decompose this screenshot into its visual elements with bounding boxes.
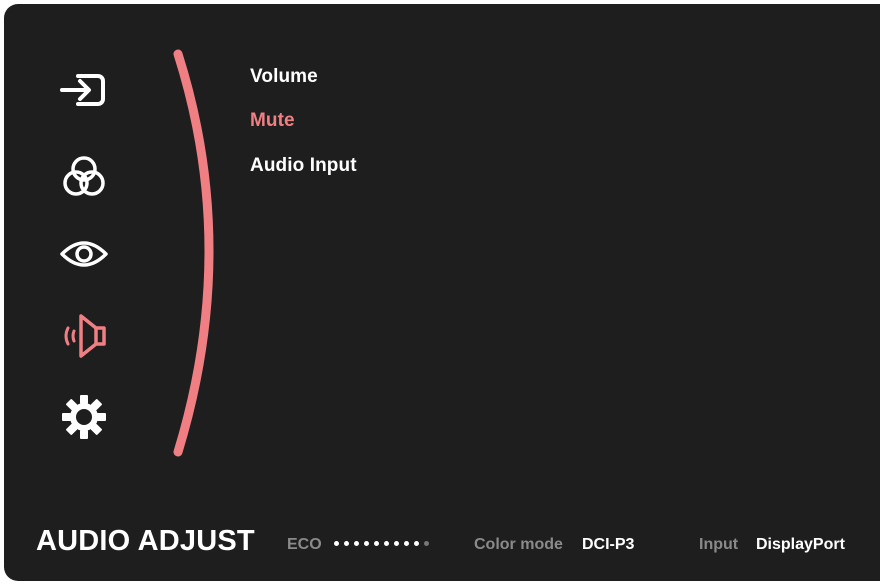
osd-panel: Volume Mute Audio Input AUDIO ADJUST ECO… xyxy=(4,4,880,581)
eco-level-dot xyxy=(404,541,409,546)
input-source-icon[interactable] xyxy=(52,62,116,118)
eco-level-dot xyxy=(424,541,429,546)
input-value: DisplayPort xyxy=(756,536,845,553)
eco-level-dot xyxy=(374,541,379,546)
eco-level-dot xyxy=(334,541,339,546)
setup-menu-icon[interactable] xyxy=(52,389,116,445)
eco-level-dot xyxy=(414,541,419,546)
page-title: AUDIO ADJUST xyxy=(36,525,255,557)
eco-level-dot xyxy=(364,541,369,546)
menu-item-mute[interactable]: Mute xyxy=(250,110,295,132)
eco-level-dot xyxy=(394,541,399,546)
menu-item-volume[interactable]: Volume xyxy=(250,66,318,88)
eco-level-indicator xyxy=(334,541,429,546)
input-label: Input xyxy=(699,536,739,553)
eco-label: ECO xyxy=(287,536,322,553)
color-mode-label: Color mode xyxy=(474,536,563,553)
eco-level-dot xyxy=(384,541,389,546)
view-mode-icon[interactable] xyxy=(52,226,116,282)
eco-level-dot xyxy=(344,541,349,546)
menu-item-audio-input[interactable]: Audio Input xyxy=(250,155,357,177)
menu-divider-arc xyxy=(173,49,214,457)
color-mode-value: DCI-P3 xyxy=(582,536,635,553)
audio-adjust-icon[interactable] xyxy=(52,308,116,364)
eco-level-dot xyxy=(354,541,359,546)
color-adjust-icon[interactable] xyxy=(52,150,116,206)
